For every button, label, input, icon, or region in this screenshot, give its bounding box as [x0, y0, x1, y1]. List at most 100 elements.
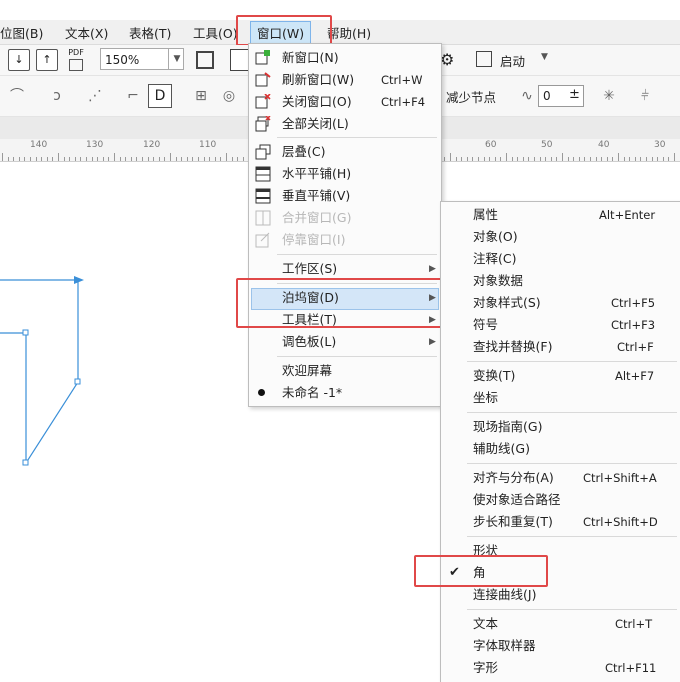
menu-item-workspace[interactable]: 工作区(S) ▶: [249, 258, 439, 280]
menu-bitmap[interactable]: 位图(B): [0, 23, 43, 42]
zoom-dropdown-arrow-icon[interactable]: ▼: [168, 48, 185, 70]
ruler-tick: [618, 153, 619, 161]
menu-item-shortcut: Ctrl+T: [615, 613, 652, 635]
menu-item-shortcut: Ctrl+F5: [611, 292, 655, 314]
docker-item-step-repeat[interactable]: 步长和重复(T) Ctrl+Shift+D: [441, 511, 679, 533]
symmetric-node-icon[interactable]: ⋰: [84, 85, 106, 107]
ruler-tick: [8, 157, 9, 161]
curve-node[interactable]: [23, 460, 28, 465]
tile-vertical-icon: [255, 188, 271, 204]
menu-separator: [277, 356, 437, 357]
ruler-tick: [13, 157, 14, 161]
menu-item-tile-vertical[interactable]: 垂直平铺(V): [249, 185, 439, 207]
ruler-tick: [484, 157, 485, 161]
launch-icon: [476, 51, 492, 67]
ruler-tick: [596, 157, 597, 161]
menu-item-tile-horizontal[interactable]: 水平平铺(H): [249, 163, 439, 185]
menu-item-shortcut: Ctrl+F: [617, 336, 654, 358]
docker-item-hints[interactable]: 现场指南(G): [441, 416, 679, 438]
ruler-tick: [58, 153, 59, 161]
menu-item-close-all[interactable]: 全部关闭(L): [249, 113, 439, 135]
ruler-tick: [601, 157, 602, 161]
curve-node[interactable]: [23, 330, 28, 335]
docker-item-text[interactable]: 文本 Ctrl+T: [441, 613, 679, 635]
menu-tools[interactable]: 工具(O): [193, 23, 238, 42]
menu-help[interactable]: 帮助(H): [327, 23, 371, 42]
menu-item-cascade[interactable]: 层叠(C): [249, 141, 439, 163]
selected-curve[interactable]: [0, 280, 78, 463]
menu-item-welcome-screen[interactable]: 欢迎屏幕: [249, 360, 439, 382]
ruler-tick: [108, 157, 109, 161]
elastic-mode-icon[interactable]: ◎: [218, 85, 240, 107]
menu-item-label: 层叠(C): [282, 141, 325, 163]
docker-item-objects[interactable]: 对象(O): [441, 226, 679, 248]
ruler-tick: [472, 157, 473, 161]
docker-item-coordinates[interactable]: 坐标: [441, 387, 679, 409]
menu-item-label: 使对象适合路径: [473, 489, 561, 511]
ruler-tick: [153, 157, 154, 161]
ruler-tick: [556, 157, 557, 161]
docker-item-glyphs[interactable]: 字形 Ctrl+F11: [441, 657, 679, 679]
cusp-node-icon[interactable]: ⌒: [6, 85, 28, 107]
menu-text[interactable]: 文本(X): [65, 23, 108, 42]
docker-item-fit-to-path[interactable]: 使对象适合路径: [441, 489, 679, 511]
docker-item-find-replace[interactable]: 查找并替换(F) Ctrl+F: [441, 336, 679, 358]
docker-item-object-data[interactable]: 对象数据: [441, 270, 679, 292]
docker-item-properties[interactable]: 属性 Alt+Enter: [441, 204, 679, 226]
launch-dropdown-icon[interactable]: ▼: [541, 52, 548, 62]
launch-label[interactable]: 启动: [500, 51, 525, 70]
menu-item-label: 对象数据: [473, 270, 523, 292]
ruler-tick: [635, 157, 636, 161]
menu-item-label: 辅助线(G): [473, 438, 530, 460]
drawing-canvas[interactable]: [0, 162, 240, 681]
smooth-node-icon[interactable]: ↄ: [46, 85, 68, 107]
ruler-tick: [215, 157, 216, 161]
ruler-tick: [125, 157, 126, 161]
menu-item-document-untitled[interactable]: 未命名 -1*: [249, 382, 439, 404]
options-gear-icon[interactable]: ⚙: [440, 50, 454, 69]
curve-node[interactable]: [75, 379, 80, 384]
ruler-tick: [612, 157, 613, 161]
show-rulers-icon[interactable]: [230, 49, 250, 71]
reduce-nodes-button[interactable]: 减少节点: [446, 87, 496, 106]
ruler-tick: [232, 157, 233, 161]
ruler-tick: [136, 157, 137, 161]
menu-item-refresh-window[interactable]: 刷新窗口(W) Ctrl+W: [249, 69, 439, 91]
ruler-tick: [534, 157, 535, 161]
menu-item-label: 现场指南(G): [473, 416, 542, 438]
publish-pdf-button[interactable]: PDF: [66, 48, 86, 72]
ruler-tick: [41, 157, 42, 161]
close-curve-icon[interactable]: D: [148, 84, 172, 108]
active-document-bullet-icon: [258, 389, 265, 396]
docker-item-guidelines[interactable]: 辅助线(G): [441, 438, 679, 460]
ruler-tick: [97, 157, 98, 161]
menu-item-label: 对象样式(S): [473, 292, 541, 314]
menu-table[interactable]: 表格(T): [129, 23, 171, 42]
docker-item-transform[interactable]: 变换(T) Alt+F7: [441, 365, 679, 387]
docker-item-symbols[interactable]: 符号 Ctrl+F3: [441, 314, 679, 336]
ruler-tick: [187, 157, 188, 161]
menu-item-label: 字体取样器: [473, 635, 536, 657]
menu-item-close-window[interactable]: 关闭窗口(O) Ctrl+F4: [249, 91, 439, 113]
docker-item-join-curves[interactable]: 连接曲线(J): [441, 584, 679, 606]
align-nodes-icon[interactable]: ⫩: [634, 85, 656, 107]
menu-item-palettes[interactable]: 调色板(L) ▶: [249, 331, 439, 353]
docker-item-font-playground[interactable]: 字体取样器: [441, 635, 679, 657]
menu-item-new-window[interactable]: 新窗口(N): [249, 47, 439, 69]
docker-item-align-distribute[interactable]: 对齐与分布(A) Ctrl+Shift+A: [441, 467, 679, 489]
select-all-nodes-icon[interactable]: ✳: [598, 85, 620, 107]
full-screen-preview-icon[interactable]: [196, 51, 214, 69]
node-direction-marker-icon: [74, 276, 84, 284]
curve-smoothness-spinner[interactable]: 0 ±: [538, 85, 584, 107]
docker-item-comments[interactable]: 注释(C): [441, 248, 679, 270]
ruler-tick: [467, 157, 468, 161]
extract-subpath-icon[interactable]: ⊞: [190, 85, 212, 107]
menu-item-shortcut: Ctrl+Shift+D: [583, 511, 658, 533]
docker-item-object-styles[interactable]: 对象样式(S) Ctrl+F5: [441, 292, 679, 314]
ruler-tick: [192, 157, 193, 161]
import-button[interactable]: ↓: [8, 49, 30, 71]
ruler-tick: [540, 157, 541, 161]
reverse-direction-icon[interactable]: ⌐: [122, 85, 144, 107]
spinner-plus-icon[interactable]: ±: [569, 87, 580, 102]
export-button[interactable]: ↑: [36, 49, 58, 71]
